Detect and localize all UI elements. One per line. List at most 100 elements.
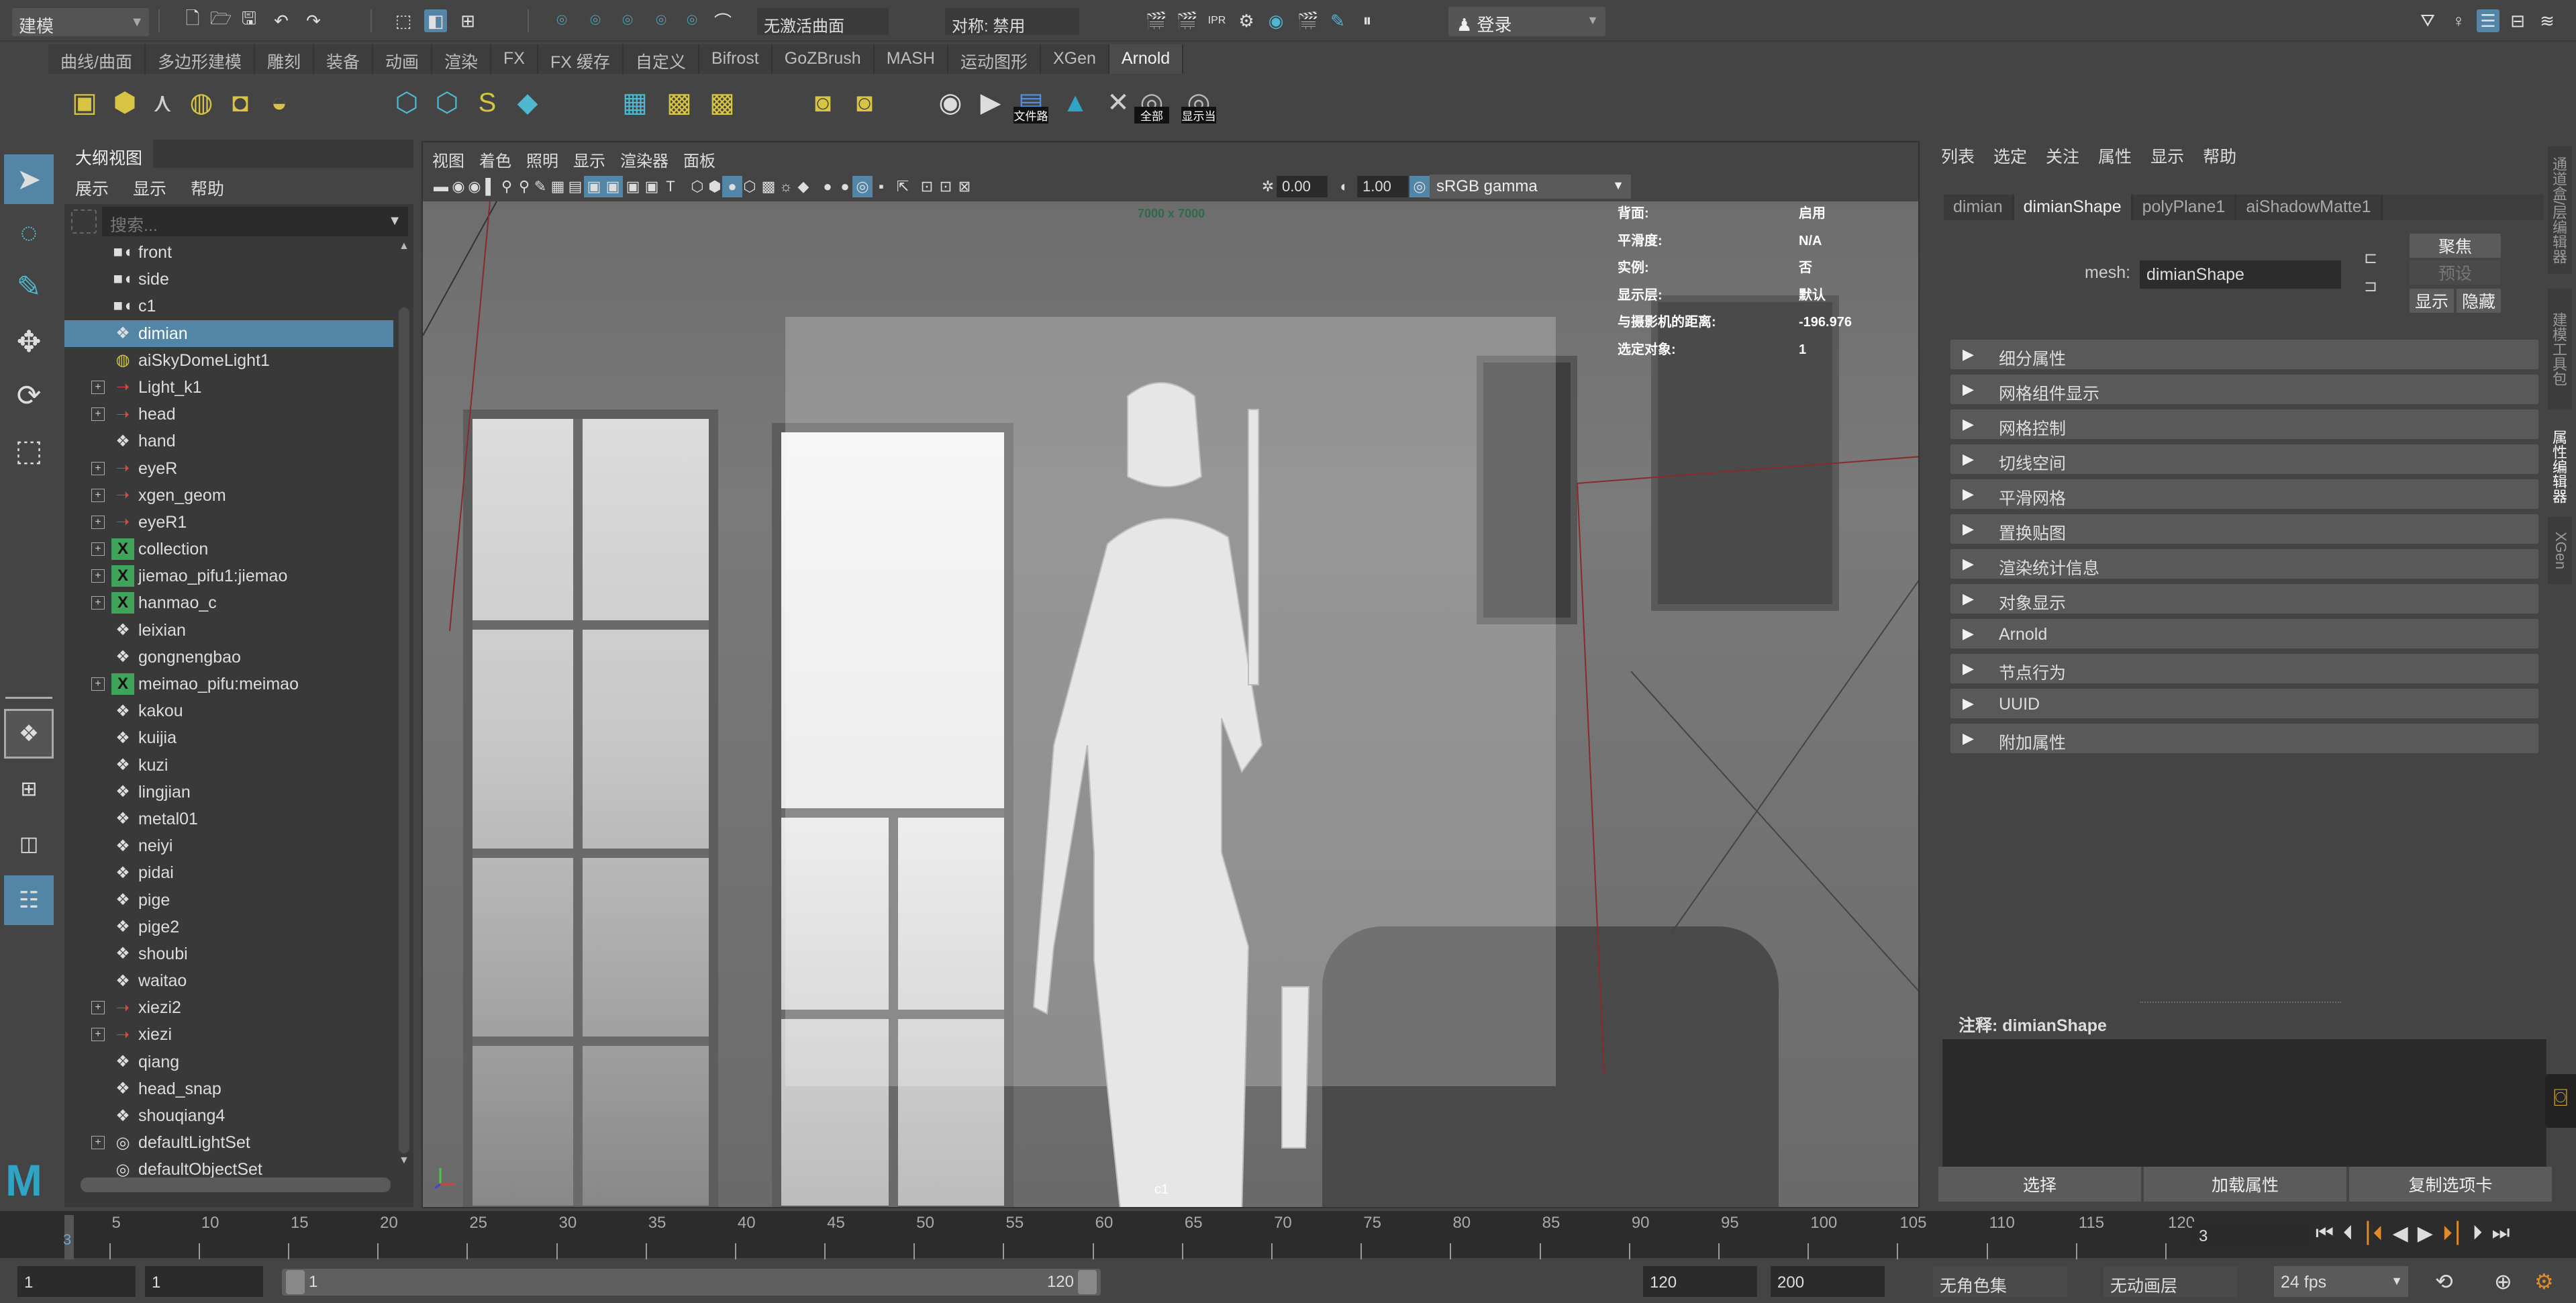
mesh-light-icon[interactable]: ⬢ [107,85,142,121]
scroll-thumb[interactable] [399,307,409,1153]
render-sequence-icon[interactable]: ◉ [933,85,968,121]
step-back-key-icon[interactable]: ⎮⏴ [2363,1222,2383,1245]
outliner-item[interactable]: + Xhanmao_c [64,589,393,616]
viewport-menu-item[interactable]: 渲染器 [620,148,668,171]
export-stand-in-icon[interactable]: ⬡ [430,85,464,121]
outliner-item[interactable]: ■◖ c1 [64,293,393,320]
outliner-item[interactable]: ❖ kuzi [64,752,393,779]
render-play-icon[interactable]: ▶ [973,85,1008,121]
outliner-item[interactable]: + Xmeimao_pifu:meimao [64,671,393,697]
attribute-section[interactable]: ▶ 切线空间 [1950,444,2538,474]
expand-icon[interactable]: + [91,461,105,475]
color-management-icon[interactable]: ◎ [1409,176,1430,197]
attribute-section[interactable]: ▶ Arnold [1950,619,2538,648]
resolution-gate-icon[interactable]: ▣ [584,176,604,197]
tool-settings-toggle-icon[interactable]: ⊟ [2506,9,2529,32]
outliner-item[interactable]: + ➝ eyeR [64,455,393,482]
expand-icon[interactable]: + [91,542,105,557]
gate-mask-icon[interactable]: ▣ [603,176,623,197]
light-editor-icon[interactable]: ✎ [1326,9,1349,32]
outliner-item[interactable]: ■◖ side [64,266,393,293]
shelf-tab[interactable]: 装备 [313,44,373,74]
select-hierarchy-icon[interactable]: ⬚ [392,9,415,32]
ae-tab[interactable]: dimianShape [2014,195,2133,220]
skydome-light-icon[interactable]: ◍ [184,85,219,121]
copy-tab-button[interactable]: 复制选项卡 [2349,1167,2552,1202]
focus-button[interactable]: 聚焦 [2410,234,2501,258]
outliner-item[interactable]: ❖ head_snap [64,1075,393,1102]
time-slider[interactable]: 5 10 15 20 25 30 35 40 45 50 55 60 65 70 75 80 85 90 95 100… [0,1211,2576,1263]
select-object-icon[interactable]: ◧ [424,9,447,32]
outliner-item[interactable]: + ➝ Light_k1 [64,374,393,401]
outliner-item[interactable]: ❖ gongnengbao [64,644,393,671]
presets-button[interactable]: 预设 [2410,260,2501,285]
output-connection-icon[interactable]: ⊐ [2364,277,2377,296]
show-all-icon[interactable]: ◎ 全部 [1134,85,1169,124]
filter-icon[interactable] [71,209,97,234]
render-frame-icon[interactable]: 🎬 [1145,9,1168,32]
step-forward-key-icon[interactable]: ⏵⎮ [2442,1222,2463,1245]
photometric-light-icon[interactable]: ⋏ [145,85,180,121]
xray-components-icon[interactable]: ⊠ [954,176,975,197]
loop-icon[interactable]: ⟲ [2435,1269,2453,1294]
shelf-tab[interactable]: Arnold [1109,44,1184,74]
outliner-item[interactable]: + ➝ head [64,401,393,428]
depth-of-field-icon[interactable]: ▪ [871,176,891,197]
symmetry-field[interactable]: 对称: 禁用 [945,8,1079,36]
shelf-tab[interactable]: 渲染 [432,44,492,74]
animation-end-field[interactable]: 200 [1771,1266,1885,1297]
outliner-item[interactable]: ❖ kuijia [64,724,393,751]
anti-aliasing-icon[interactable]: ◎ [852,176,873,197]
new-scene-icon[interactable]: 🗋 [181,8,204,32]
exposure-icon[interactable]: ✲ [1258,176,1278,197]
select-tool-icon[interactable]: ➤ [4,154,54,204]
outliner-item[interactable]: ❖ metal01 [64,806,393,832]
play-backwards-icon[interactable]: ◀ [2393,1222,2408,1245]
outliner-item[interactable]: ◍ aiSkyDomeLight1 [64,347,393,374]
resize-handle[interactable] [2140,1002,2341,1003]
outliner-menu-item[interactable]: 显示 [133,176,166,199]
viewport-menu-item[interactable]: 着色 [479,148,511,171]
anim-layer-select[interactable]: 无动画层 [2103,1266,2238,1297]
snap-grid-icon[interactable]: ⌾ [550,9,573,32]
attribute-section[interactable]: ▶ 渲染统计信息 [1950,549,2538,579]
outliner-item[interactable]: ❖ waitao [64,967,393,994]
viewport-menu-item[interactable]: 视图 [432,148,464,171]
scroll-up-icon[interactable]: ▲ [399,240,409,252]
shadows-icon[interactable]: ◆ [793,176,813,197]
chevron-down-icon[interactable]: ▼ [388,213,401,229]
outliner-item[interactable]: + Xcollection [64,536,393,563]
render-setup-icon[interactable]: 🎬 [1297,9,1320,32]
outliner-item[interactable]: ❖ neiyi [64,832,393,859]
side-tab[interactable]: 通道盒/层编辑器 [2548,146,2572,274]
side-tab[interactable]: 属性编辑器 [2548,423,2572,510]
ae-menu-item[interactable]: 选定 [1993,144,2027,168]
outliner-item[interactable]: ❖ hand [64,428,393,454]
light-manager-icon[interactable]: ◙ [805,85,840,121]
scale-tool-icon[interactable]: ⬚ [4,426,54,475]
outliner-menu-item[interactable]: 帮助 [191,176,224,199]
shelf-tab[interactable]: 自定义 [623,44,699,74]
viewport-panel[interactable]: 视图 着色 照明 显示 渲染器 面板 0.00 ◐ 1.00 ◎ sRGB ga… [422,141,1920,1208]
shelf-tab[interactable]: 雕刻 [254,44,314,74]
expand-icon[interactable]: + [91,488,105,502]
range-end-handle[interactable] [1078,1270,1097,1294]
undo-icon[interactable]: ↶ [270,9,293,32]
isolate-select-icon[interactable]: ⇱ [893,176,913,197]
viewport-menu-item[interactable]: 面板 [683,148,715,171]
gamma-icon[interactable]: ◐ [1334,176,1354,197]
expand-icon[interactable]: + [91,596,105,610]
outliner-item[interactable]: ❖ shouqiang4 [64,1102,393,1129]
animation-start-field[interactable]: 1 [17,1266,136,1297]
outliner-item[interactable]: + ➝ xiezi2 [64,994,393,1021]
outliner-item[interactable]: ❖ pige2 [64,914,393,940]
channel-box-toggle-icon[interactable]: ≋ [2536,9,2559,32]
step-back-frame-icon[interactable]: ⏴ [2343,1222,2353,1245]
outliner-horizontal-scrollbar[interactable] [81,1177,391,1192]
select-button[interactable]: 选择 [1938,1167,2141,1202]
shelf-tab[interactable]: FX [491,44,538,74]
outliner-vertical-scrollbar[interactable]: ▲ ▼ [397,240,411,1167]
four-view-layout-icon[interactable]: ⊞ [4,764,54,814]
ae-menu-item[interactable]: 属性 [2098,144,2132,168]
ae-menu-item[interactable]: 列表 [1941,144,1975,168]
